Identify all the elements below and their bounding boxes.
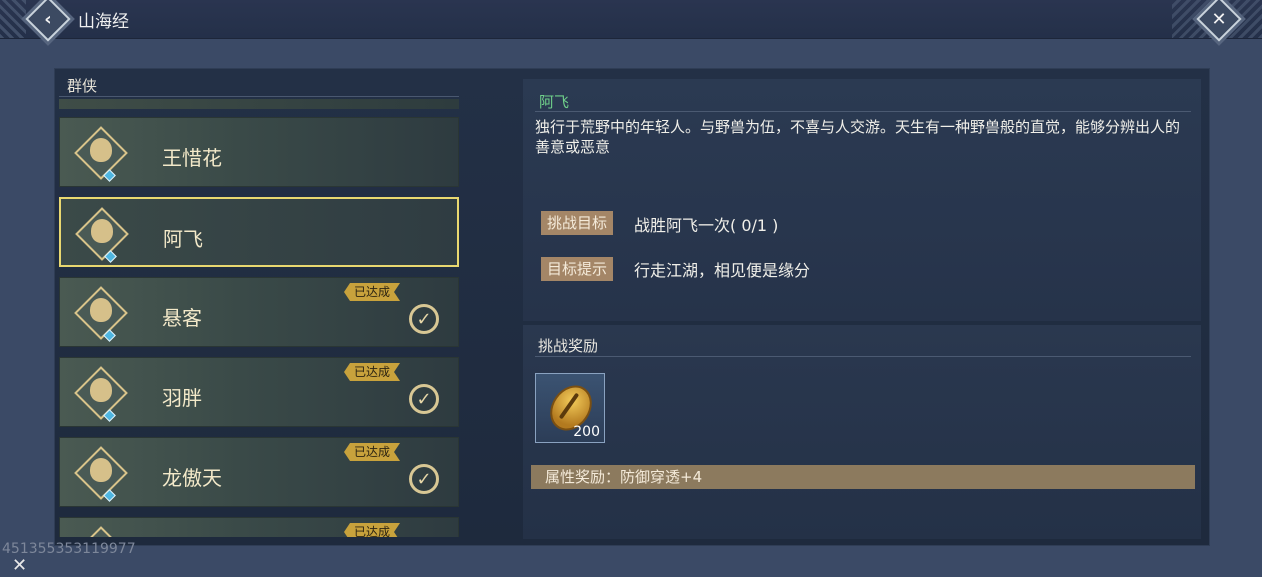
detail-panel: 阿飞 独行于荒野中的年轻人。与野兽为伍，不喜与人交游。天生有一种野兽般的直觉，能… — [523, 79, 1201, 321]
achieved-badge: 已达成 — [344, 283, 400, 301]
list-item-yupang[interactable]: 羽胖 已达成 ✓ — [59, 357, 459, 427]
main-panel: 群侠 王惜花 阿飞 悬客 已达成 ✓ 羽胖 已达成 ✓ 龙傲天 已达成 ✓ 已达… — [54, 68, 1210, 546]
divider — [535, 356, 1191, 357]
reward-title: 挑战奖励 — [538, 337, 599, 355]
top-bar: ‹ 山海经 ✕ — [0, 0, 1262, 42]
avatar — [74, 446, 128, 502]
goal-label: 挑战目标 — [541, 211, 614, 235]
detail-name: 阿飞 — [539, 93, 570, 111]
avatar — [75, 207, 129, 263]
attribute-reward: 属性奖励：防御穿透+4 — [531, 465, 1195, 489]
close-icon: ✕ — [1211, 8, 1227, 30]
achieved-badge: 已达成 — [344, 443, 400, 461]
goal-value: 战胜阿飞一次( 0/1 ) — [634, 216, 779, 235]
list-item[interactable] — [59, 99, 459, 109]
list-item-longaotian[interactable]: 龙傲天 已达成 ✓ — [59, 437, 459, 507]
reward-count: 200 — [573, 424, 600, 440]
avatar — [74, 126, 128, 182]
item-name: 龙傲天 — [162, 466, 222, 490]
check-icon: ✓ — [409, 304, 439, 334]
check-icon: ✓ — [409, 464, 439, 494]
divider — [59, 96, 459, 97]
list-item-wangxihua[interactable]: 王惜花 — [59, 117, 459, 187]
item-name: 羽胖 — [162, 386, 202, 410]
achieved-badge: 已达成 — [344, 523, 400, 537]
list-item[interactable]: 已达成 — [59, 517, 459, 537]
avatar — [74, 526, 128, 537]
back-button[interactable]: ‹ — [25, 0, 71, 42]
hint-label: 目标提示 — [541, 257, 614, 281]
achieved-badge: 已达成 — [344, 363, 400, 381]
list-item-afei[interactable]: 阿飞 — [59, 197, 459, 267]
reward-panel: 挑战奖励 200 属性奖励：防御穿透+4 — [523, 325, 1201, 539]
list-header: 群侠 — [67, 77, 98, 95]
divider — [535, 111, 1191, 112]
hero-list[interactable]: 王惜花 阿飞 悬客 已达成 ✓ 羽胖 已达成 ✓ 龙傲天 已达成 ✓ 已达成 — [59, 99, 459, 537]
page-title: 山海经 — [78, 12, 129, 32]
reward-item[interactable]: 200 — [535, 373, 605, 443]
close-icon[interactable]: ✕ — [12, 555, 27, 576]
avatar — [74, 366, 128, 422]
list-item-xuanke[interactable]: 悬客 已达成 ✓ — [59, 277, 459, 347]
check-icon: ✓ — [409, 384, 439, 414]
detail-description: 独行于荒野中的年轻人。与野兽为伍，不喜与人交游。天生有一种野兽般的直觉，能够分辨… — [535, 118, 1181, 156]
decorative-pattern — [0, 0, 26, 38]
item-name: 阿飞 — [163, 227, 203, 251]
item-name: 王惜花 — [162, 146, 222, 170]
avatar — [74, 286, 128, 342]
item-name: 悬客 — [162, 306, 202, 330]
chevron-left-icon: ‹ — [44, 8, 52, 30]
hint-value: 行走江湖，相见便是缘分 — [634, 261, 811, 280]
